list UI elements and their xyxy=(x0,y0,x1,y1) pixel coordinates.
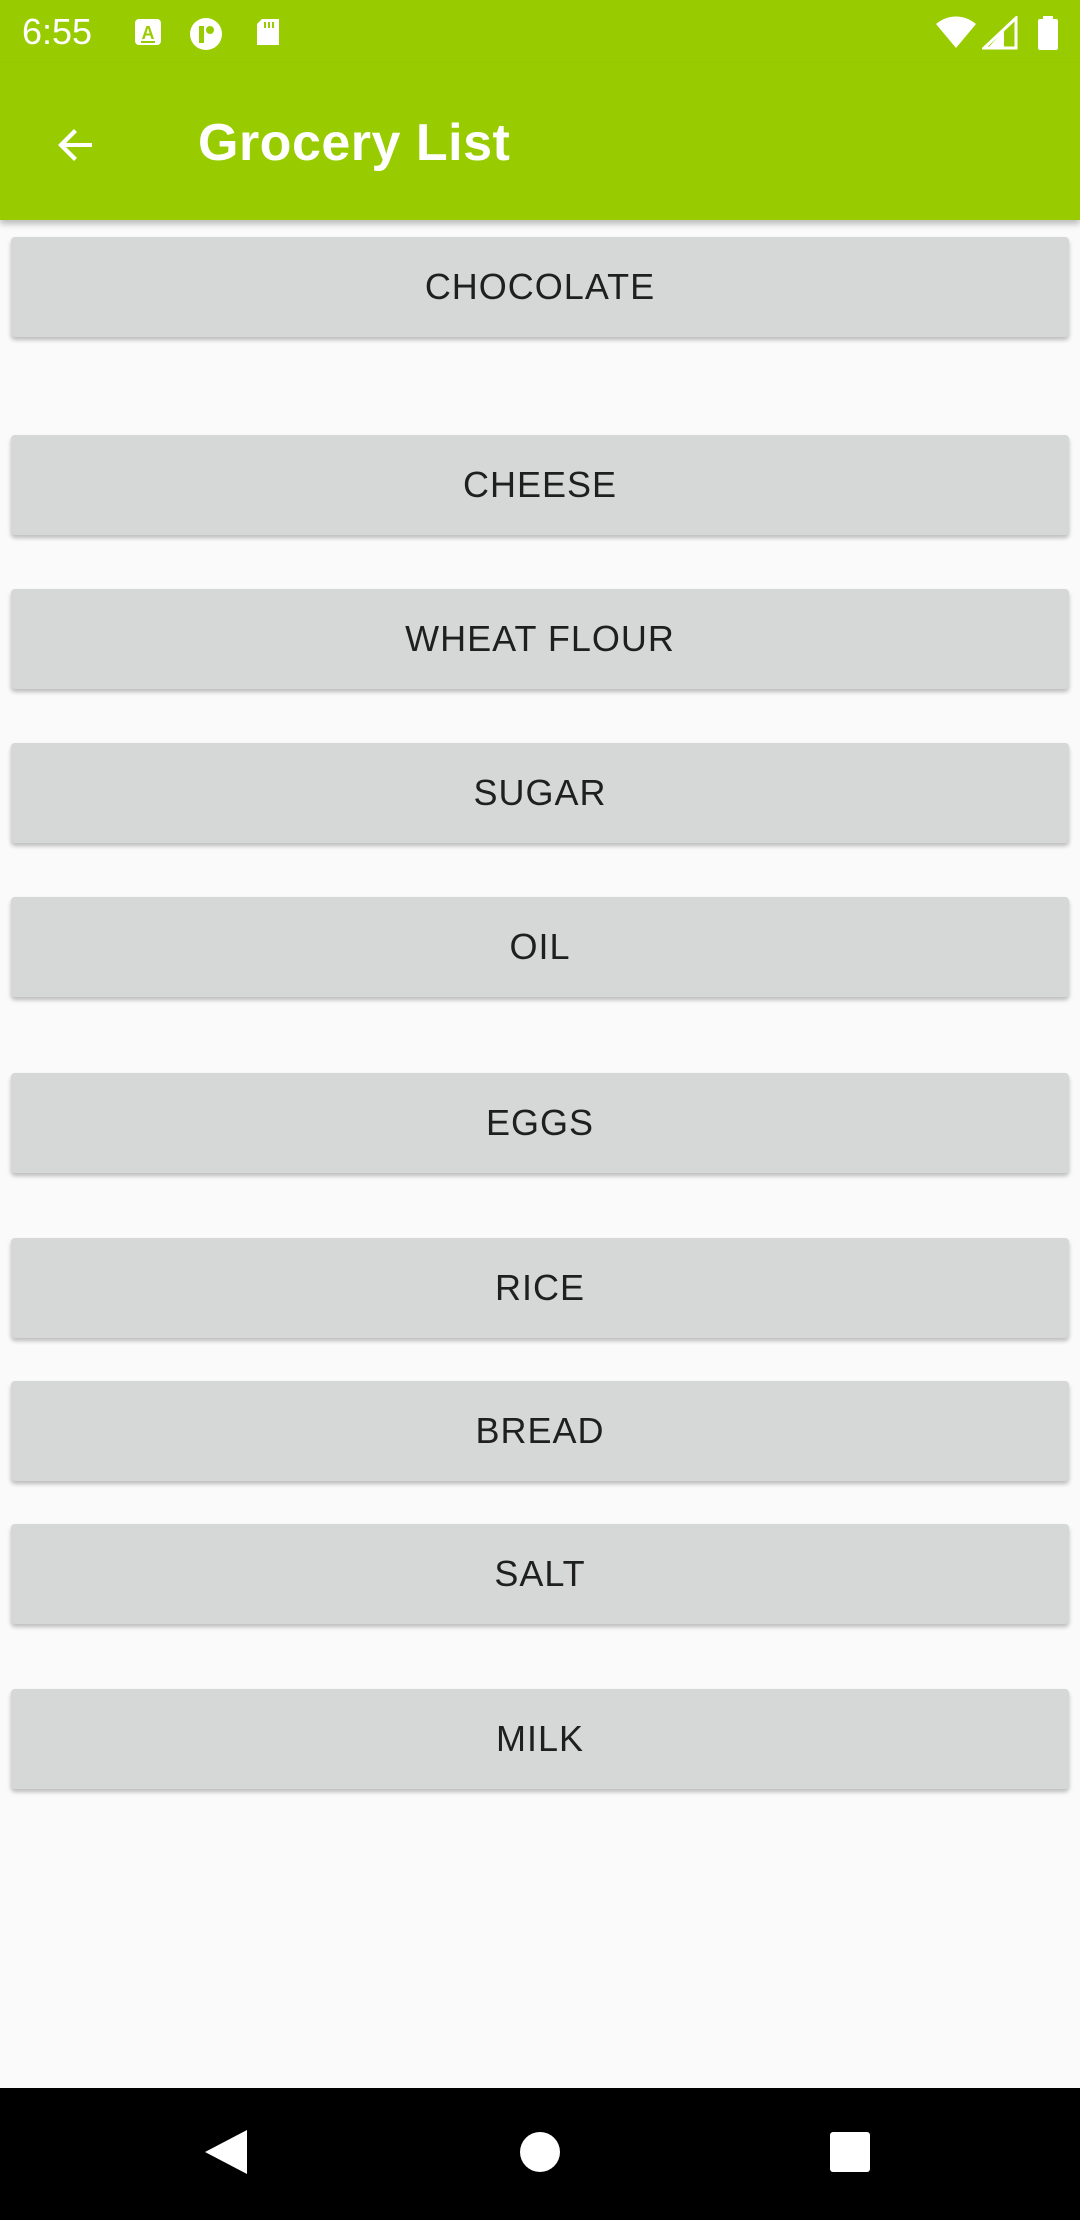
nav-recents-button[interactable] xyxy=(820,2124,880,2184)
nav-home-button[interactable] xyxy=(510,2124,570,2184)
item-button-salt[interactable]: SALT xyxy=(11,1524,1069,1624)
screen: 6:55 A Grocery List CHOCOLATE CHEESE WHE… xyxy=(0,0,1080,2220)
page-title: Grocery List xyxy=(198,114,511,172)
signal-icon xyxy=(980,14,1018,50)
item-button-wheat-flour[interactable]: WHEAT FLOUR xyxy=(11,589,1069,689)
battery-icon xyxy=(1036,16,1060,50)
item-button-milk[interactable]: MILK xyxy=(11,1689,1069,1789)
item-button-rice[interactable]: RICE xyxy=(11,1238,1069,1338)
home-circle-icon xyxy=(518,2130,562,2179)
item-button-oil[interactable]: OIL xyxy=(11,897,1069,997)
wifi-icon xyxy=(934,16,978,48)
back-button[interactable] xyxy=(36,107,116,187)
item-button-chocolate[interactable]: CHOCOLATE xyxy=(11,237,1069,337)
sd-card-icon xyxy=(252,16,284,48)
back-triangle-icon xyxy=(203,2128,249,2181)
a-icon: A xyxy=(132,16,164,48)
arrow-left-icon xyxy=(52,121,100,174)
item-button-sugar[interactable]: SUGAR xyxy=(11,743,1069,843)
item-button-eggs[interactable]: EGGS xyxy=(11,1073,1069,1173)
logo-icon xyxy=(188,16,222,50)
navigation-bar xyxy=(0,2088,1080,2220)
status-bar: 6:55 A xyxy=(0,0,1080,63)
recents-square-icon xyxy=(828,2130,872,2179)
item-button-cheese[interactable]: CHEESE xyxy=(11,435,1069,535)
app-bar: Grocery List xyxy=(0,63,1080,220)
status-time: 6:55 xyxy=(22,11,93,52)
item-button-bread[interactable]: BREAD xyxy=(11,1381,1069,1481)
svg-text:A: A xyxy=(142,23,155,43)
nav-back-button[interactable] xyxy=(196,2124,256,2184)
